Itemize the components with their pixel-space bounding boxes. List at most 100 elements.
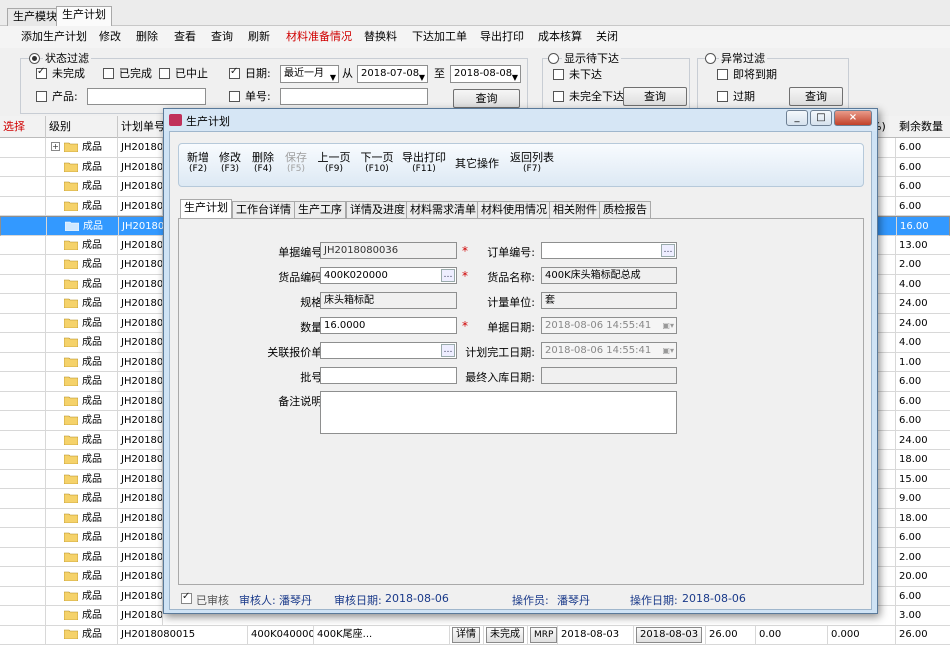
row-select-cell[interactable] (0, 372, 46, 391)
item-name-field[interactable]: 400K床头箱标配总成 (541, 267, 677, 284)
not-issued-checkbox[interactable] (553, 69, 564, 80)
row-select-cell[interactable] (0, 567, 46, 586)
doc-no-checkbox[interactable] (229, 91, 240, 102)
expand-icon[interactable]: + (51, 142, 60, 151)
row-select-cell[interactable] (0, 235, 46, 255)
other-actions-button[interactable]: 其它操作 (455, 158, 499, 170)
unit-field[interactable]: 套 (541, 292, 677, 309)
row-select-cell[interactable] (0, 430, 46, 450)
batch-field[interactable] (320, 367, 457, 384)
issue-work-order-button[interactable]: 下达加工单 (412, 29, 467, 45)
filter-query-button[interactable]: 查询 (453, 89, 520, 108)
abnormal-query-button[interactable]: 查询 (789, 87, 843, 106)
query-button[interactable]: 查询 (211, 29, 233, 45)
show-pending-radio[interactable] (548, 53, 559, 64)
row-select-cell[interactable] (0, 333, 46, 352)
row-select-cell[interactable] (0, 489, 46, 508)
col-remaining[interactable]: 剩余数量 (896, 116, 950, 138)
date-checkbox[interactable] (229, 66, 240, 79)
doc-no-field[interactable]: JH2018080036 (320, 242, 457, 259)
date-to-picker[interactable]: 2018-08-08 ▼ (450, 65, 521, 83)
due-soon-checkbox[interactable] (717, 69, 728, 80)
status-button[interactable]: 未完成 (486, 627, 524, 643)
row-select-cell[interactable] (0, 469, 46, 489)
row-select-cell[interactable] (0, 547, 46, 567)
back-to-list-button[interactable]: 返回列表 (F7) (510, 152, 554, 175)
final-date-field[interactable] (541, 367, 677, 384)
product-input[interactable] (87, 88, 206, 105)
next-page-button[interactable]: 下一页 (F10) (359, 152, 395, 175)
quote-field[interactable]: … (320, 342, 457, 359)
row-select-cell[interactable] (0, 391, 46, 411)
tab-workbench[interactable]: 工作台详情 (232, 201, 295, 218)
detail-button[interactable]: 详情 (452, 627, 480, 643)
incomplete-checkbox[interactable] (36, 66, 47, 79)
tab-plan[interactable]: 生产计划 (180, 199, 232, 219)
add-plan-button[interactable]: 添加生产计划 (21, 29, 87, 45)
modify-button[interactable]: 修改 (F3) (217, 152, 243, 175)
status-filter-radio[interactable] (29, 53, 40, 64)
row-select-cell[interactable] (0, 625, 46, 644)
pending-query-button[interactable]: 查询 (623, 87, 687, 106)
tab-process[interactable]: 生产工序 (294, 201, 346, 218)
tab-qc-report[interactable]: 质检报告 (599, 201, 651, 218)
lookup-icon[interactable]: … (441, 269, 455, 282)
plan-date-field[interactable]: 2018-08-06 14:55:41 ▣▾ (541, 342, 677, 359)
doc-no-input[interactable] (280, 88, 428, 105)
table-row[interactable]: 成品 JH2018080015 400K040000 400K尾座... 详情 … (0, 625, 950, 645)
row-select-cell[interactable] (1, 217, 47, 236)
abnormal-filter-radio[interactable] (705, 53, 716, 64)
tab-material-usage[interactable]: 材料使用情况 (477, 201, 551, 218)
delete-button[interactable]: 删除 (136, 29, 158, 45)
tab-production-module[interactable]: 生产模块 (7, 8, 63, 26)
complete-checkbox[interactable] (103, 68, 114, 79)
spec-field[interactable]: 床头箱标配 (320, 292, 457, 309)
dialog-titlebar[interactable]: 生产计划 _ □ × (164, 109, 877, 131)
row-select-cell[interactable] (0, 138, 46, 157)
row-select-cell[interactable] (0, 586, 46, 606)
item-code-field[interactable]: 400K020000… (320, 267, 457, 284)
qty-field[interactable]: 16.0000 (320, 317, 457, 334)
row-select-cell[interactable] (0, 255, 46, 274)
row-select-cell[interactable] (0, 177, 46, 196)
partial-issued-checkbox[interactable] (553, 91, 564, 102)
remark-field[interactable] (320, 391, 677, 434)
material-status-button[interactable]: 材料准备情况 (286, 29, 352, 45)
cost-accounting-button[interactable]: 成本核算 (538, 29, 582, 45)
row-select-cell[interactable] (0, 508, 46, 528)
product-checkbox[interactable] (36, 91, 47, 102)
overdue-checkbox[interactable] (717, 91, 728, 102)
row-select-cell[interactable] (0, 352, 46, 372)
export-print-button[interactable]: 导出打印 (480, 29, 524, 45)
new-button[interactable]: 新增 (F2) (185, 152, 211, 175)
row-select-cell[interactable] (0, 411, 46, 430)
row-select-cell[interactable] (0, 606, 46, 625)
row-select-cell[interactable] (0, 528, 46, 547)
close-button[interactable]: 关闭 (596, 29, 618, 45)
col-select[interactable]: 选择 (0, 116, 46, 138)
date-range-select[interactable]: 最近一月 ▼ (280, 65, 339, 83)
date-from-picker[interactable]: 2018-07-08 ▼ (357, 65, 428, 83)
mrp-button[interactable]: MRP (530, 627, 557, 643)
edit-button[interactable]: 修改 (99, 29, 121, 45)
row-select-cell[interactable] (0, 274, 46, 294)
col-level[interactable]: 级别 (46, 116, 118, 138)
prev-page-button[interactable]: 上一页 (F9) (316, 152, 352, 175)
date2-button[interactable]: 2018-08-03 (636, 627, 703, 643)
tab-progress[interactable]: 详情及进度 (346, 201, 409, 218)
row-select-cell[interactable] (0, 157, 46, 177)
tab-attachments[interactable]: 相关附件 (549, 201, 601, 218)
tab-production-plan[interactable]: 生产计划 (56, 6, 112, 27)
minimize-icon[interactable]: _ (786, 110, 808, 126)
remove-button[interactable]: 删除 (F4) (250, 152, 276, 175)
row-select-cell[interactable] (0, 313, 46, 333)
order-no-field[interactable]: … (541, 242, 677, 259)
doc-date-field[interactable]: 2018-08-06 14:55:41 ▣▾ (541, 317, 677, 334)
row-select-cell[interactable] (0, 294, 46, 313)
maximize-icon[interactable]: □ (810, 110, 832, 126)
view-button[interactable]: 查看 (174, 29, 196, 45)
lookup-icon[interactable]: … (661, 244, 675, 257)
tab-material-demand[interactable]: 材料需求清单 (406, 201, 480, 218)
dialog-export-button[interactable]: 导出打印 (F11) (401, 152, 447, 175)
lookup-icon[interactable]: … (441, 344, 455, 357)
